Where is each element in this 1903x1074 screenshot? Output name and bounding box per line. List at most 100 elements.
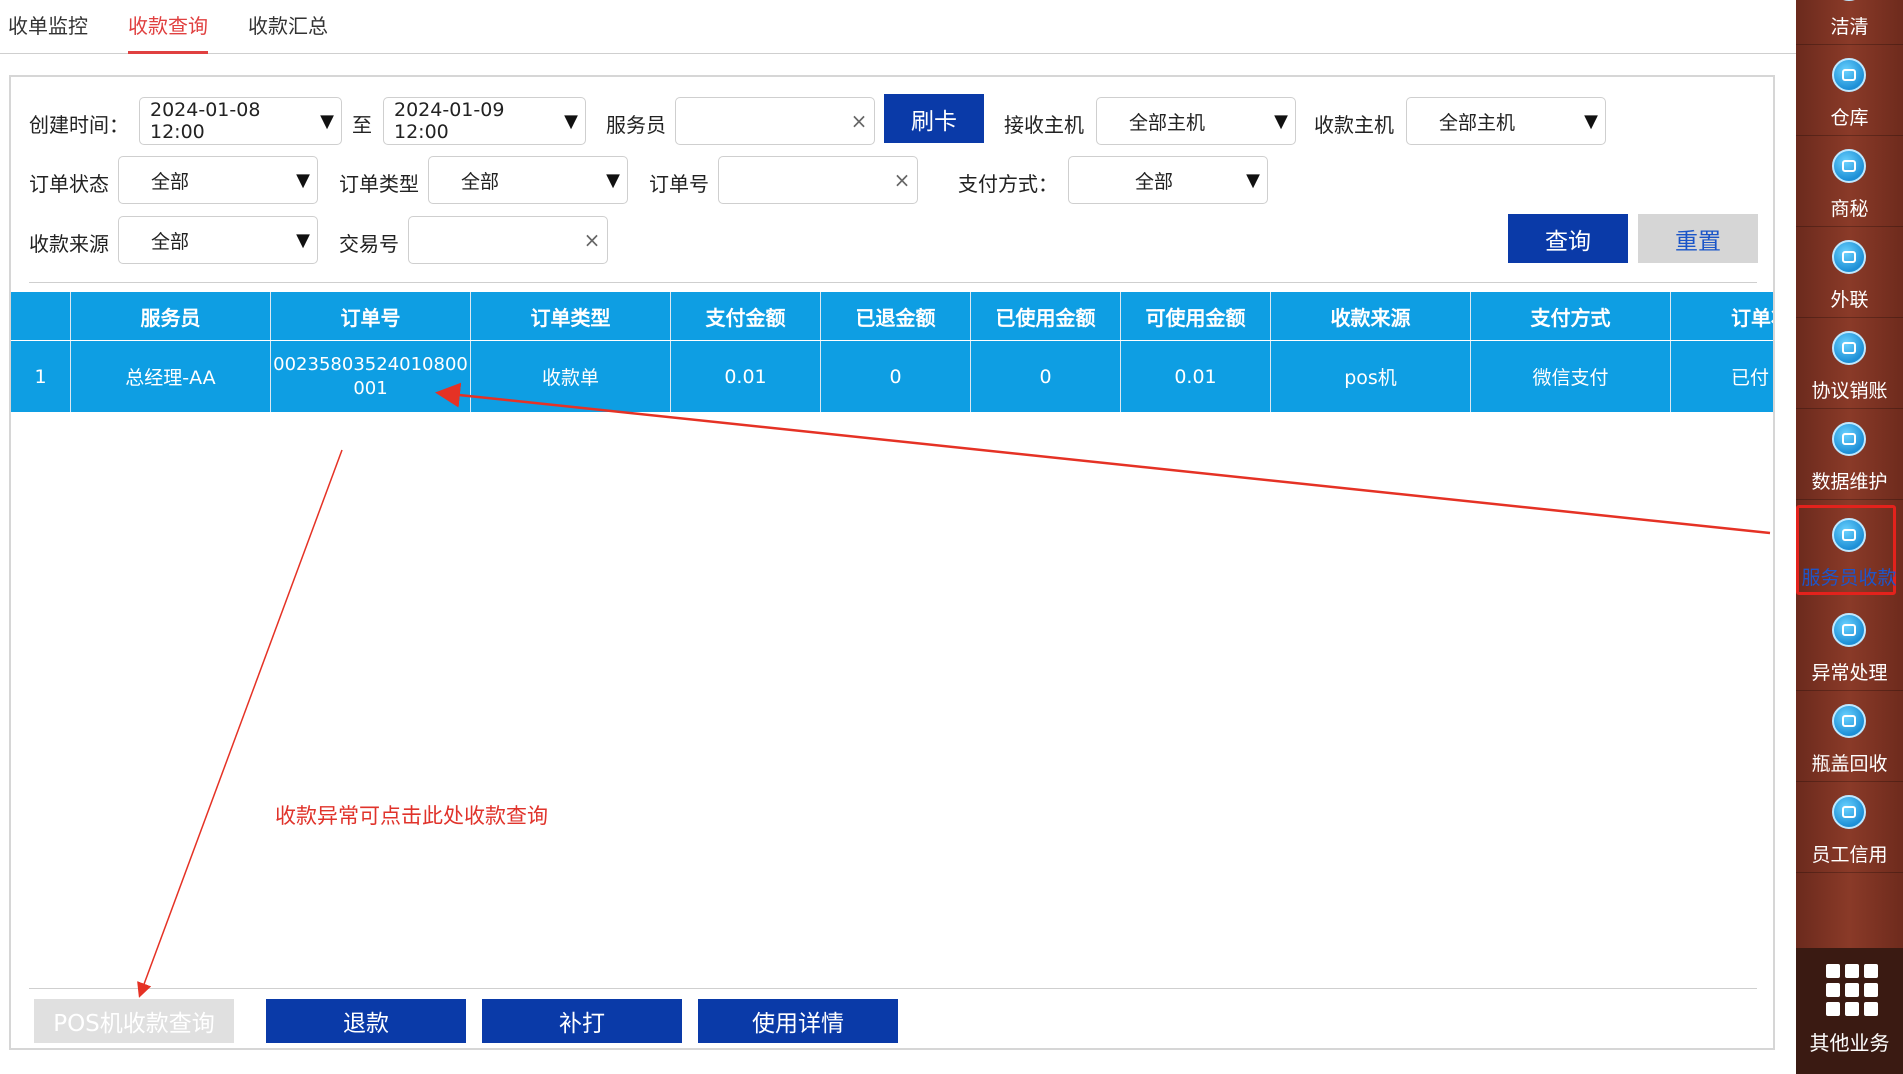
- clear-icon[interactable]: ×: [577, 228, 607, 252]
- order-no-label: 订单号: [649, 172, 709, 196]
- start-time-value: 2024-01-08 12:00: [150, 99, 261, 143]
- sidebar-item-warehouse[interactable]: 仓库: [1796, 46, 1903, 136]
- query-button[interactable]: 查询: [1508, 214, 1628, 263]
- column-header: 收款来源: [1271, 292, 1471, 340]
- collect-host-select[interactable]: 全部主机 ▼: [1406, 97, 1606, 145]
- pos-query-button[interactable]: POS机收款查询: [34, 999, 234, 1043]
- person-icon: [1832, 518, 1866, 552]
- column-header: 可使用金额: [1121, 292, 1271, 340]
- usage-detail-button[interactable]: 使用详情: [698, 999, 898, 1043]
- source-select[interactable]: 全部 ▼: [118, 216, 318, 264]
- receive-host-label: 接收主机: [1004, 113, 1084, 137]
- sidebar-item-label: 瓶盖回收: [1811, 753, 1888, 775]
- dropdown-arrow-icon: ▼: [564, 110, 578, 132]
- pie-chart-icon: [1832, 422, 1866, 456]
- sidebar-item-data-maintenance[interactable]: 数据维护: [1796, 410, 1903, 500]
- receive-host-select[interactable]: 全部主机 ▼: [1096, 97, 1296, 145]
- trade-no-label: 交易号: [339, 232, 399, 256]
- trade-no-field[interactable]: [409, 218, 577, 262]
- recycle-icon: [1832, 704, 1866, 738]
- order-type-cell: 收款单: [471, 341, 671, 412]
- sidebar-item-label: 异常处理: [1811, 662, 1888, 684]
- waiter-input[interactable]: ×: [675, 97, 875, 145]
- dropdown-arrow-icon: ▼: [1274, 110, 1288, 132]
- sidebar-item-label: 员工信用: [1811, 844, 1888, 866]
- order-type-select[interactable]: 全部 ▼: [428, 156, 628, 204]
- create-time-label: 创建时间：: [29, 113, 129, 137]
- contact-icon: [1832, 240, 1866, 274]
- other-business-button[interactable]: 其他业务: [1796, 948, 1903, 1074]
- waiter-label: 服务员: [606, 113, 666, 137]
- other-business-label: 其他业务: [1809, 1031, 1890, 1055]
- payment-table: 服务员 订单号 订单类型 支付金额 已退金额 已使用金额 可使用金额 收款来源 …: [11, 292, 1773, 412]
- column-header: 订单号: [271, 292, 471, 340]
- order-status-select[interactable]: 全部 ▼: [118, 156, 318, 204]
- column-header: 服务员: [71, 292, 271, 340]
- sidebar-item-label: 仓库: [1830, 107, 1869, 129]
- box-icon: [1832, 613, 1866, 647]
- table-header: 服务员 订单号 订单类型 支付金额 已退金额 已使用金额 可使用金额 收款来源 …: [11, 292, 1773, 340]
- dropdown-arrow-icon: ▼: [296, 229, 310, 251]
- order-no-input[interactable]: ×: [718, 156, 918, 204]
- order-status-cell: 已付: [1731, 367, 1770, 389]
- annotation-text: 收款异常可点击此处收款查询: [275, 804, 548, 828]
- warehouse-icon: [1832, 58, 1866, 92]
- sidebar-item-agreement-writeoff[interactable]: 协议销账: [1796, 319, 1903, 409]
- column-header: 已使用金额: [971, 292, 1121, 340]
- dropdown-arrow-icon: ▼: [296, 169, 310, 191]
- pay-method-label: 支付方式：: [958, 172, 1058, 196]
- right-sidebar: 洁清 仓库 商秘 外联 协议销账 数据维护 服务员收款 异常处理 瓶盖回收 员工…: [1796, 0, 1903, 1074]
- sidebar-item-outreach[interactable]: 外联: [1796, 228, 1903, 318]
- sidebar-item-label: 协议销账: [1811, 380, 1888, 402]
- column-header: [11, 292, 71, 340]
- refund-button[interactable]: 退款: [266, 999, 466, 1043]
- clear-icon[interactable]: ×: [844, 109, 874, 133]
- refunded-amount-cell: 0: [821, 341, 971, 412]
- column-header: 订单状: [1731, 305, 1773, 330]
- trade-no-input[interactable]: ×: [408, 216, 608, 264]
- column-header: 支付金额: [671, 292, 821, 340]
- end-time-select[interactable]: 2024-01-09 12:00 ▼: [383, 97, 586, 145]
- sidebar-item-exception-handling[interactable]: 异常处理: [1796, 601, 1903, 691]
- table-row[interactable]: 1 总经理-AA 00235803524010800001 收款单 0.01 0…: [11, 340, 1773, 412]
- tab-payment-query[interactable]: 收款查询: [128, 0, 208, 54]
- top-tabs: 收单监控 收款查询 收款汇总: [0, 0, 1796, 54]
- order-no-cell: 00235803524010800001: [271, 341, 471, 412]
- order-no-field[interactable]: [719, 158, 887, 202]
- divider: [29, 282, 1757, 283]
- sidebar-item-business-secret[interactable]: 商秘: [1796, 137, 1903, 227]
- swipe-card-button[interactable]: 刷卡: [884, 94, 984, 143]
- reprint-button[interactable]: 补打: [482, 999, 682, 1043]
- sidebar-item-cleaning[interactable]: 洁清: [1796, 0, 1903, 45]
- sidebar-item-staff-credit[interactable]: 员工信用: [1796, 783, 1903, 873]
- tab-payment-summary[interactable]: 收款汇总: [248, 0, 328, 54]
- column-header: 已退金额: [821, 292, 971, 340]
- source-label: 收款来源: [29, 232, 109, 256]
- dropdown-arrow-icon: ▼: [1246, 169, 1260, 191]
- credit-icon: [1832, 795, 1866, 829]
- sidebar-item-waiter-payment[interactable]: 服务员收款: [1796, 505, 1897, 595]
- waiter-field[interactable]: [676, 99, 844, 143]
- tab-order-monitor[interactable]: 收单监控: [8, 0, 88, 54]
- receive-host-value: 全部主机: [1129, 111, 1206, 134]
- reset-button[interactable]: 重置: [1638, 214, 1758, 263]
- clear-icon[interactable]: ×: [887, 168, 917, 192]
- order-status-value: 全部: [151, 170, 190, 193]
- download-icon: [1832, 331, 1866, 365]
- grid-icon: [1826, 964, 1878, 1016]
- order-type-label: 订单类型: [339, 172, 419, 196]
- order-status-label: 订单状态: [29, 172, 109, 196]
- sidebar-item-label: 服务员收款: [1801, 567, 1897, 589]
- cleaning-icon: [1832, 0, 1866, 1]
- start-time-select[interactable]: 2024-01-08 12:00 ▼: [139, 97, 342, 145]
- to-label: 至: [352, 113, 372, 137]
- available-amount-cell: 0.01: [1121, 341, 1271, 412]
- main-panel: 创建时间： 2024-01-08 12:00 ▼ 至 2024-01-09 12…: [9, 75, 1775, 1050]
- dropdown-arrow-icon: ▼: [1584, 110, 1598, 132]
- column-header: 订单类型: [471, 292, 671, 340]
- sidebar-item-cap-recycle[interactable]: 瓶盖回收: [1796, 692, 1903, 782]
- pay-method-select[interactable]: 全部 ▼: [1068, 156, 1268, 204]
- sidebar-item-label: 洁清: [1830, 16, 1869, 38]
- sidebar-item-label: 商秘: [1830, 198, 1869, 220]
- collect-host-value: 全部主机: [1439, 111, 1516, 134]
